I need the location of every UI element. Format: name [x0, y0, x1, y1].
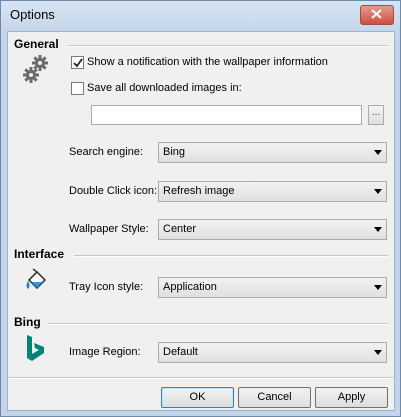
chevron-down-icon: [374, 189, 382, 194]
tray-icon-style-select[interactable]: Application: [158, 277, 387, 298]
double-click-select[interactable]: Refresh image: [158, 181, 387, 202]
tray-icon-style-value: Application: [163, 281, 217, 293]
checkmark-icon: [73, 58, 83, 68]
search-engine-label: Search engine:: [69, 146, 143, 158]
save-images-label: Save all downloaded images in:: [87, 82, 242, 94]
paint-bucket-icon: [26, 268, 47, 290]
section-divider: [68, 45, 388, 47]
section-title-interface: Interface: [14, 247, 65, 261]
image-region-select[interactable]: Default: [158, 342, 387, 363]
title-bar: Options: [1, 1, 400, 29]
double-click-value: Refresh image: [163, 185, 235, 197]
image-region-label: Image Region:: [69, 346, 141, 358]
section-divider: [74, 255, 388, 257]
apply-button[interactable]: Apply: [315, 387, 388, 408]
save-path-input[interactable]: [91, 105, 362, 125]
wallpaper-style-select[interactable]: Center: [158, 219, 387, 240]
wallpaper-style-label: Wallpaper Style:: [69, 223, 149, 235]
options-panel: General Show a notification with the wal…: [7, 31, 395, 411]
search-engine-select[interactable]: Bing: [158, 142, 387, 163]
gears-icon: [23, 55, 48, 83]
chevron-down-icon: [374, 350, 382, 355]
wallpaper-style-value: Center: [163, 223, 197, 235]
tray-icon-style-label: Tray Icon style:: [69, 281, 144, 293]
search-engine-value: Bing: [163, 146, 186, 158]
cancel-button[interactable]: Cancel: [238, 387, 311, 408]
image-region-value: Default: [163, 346, 198, 358]
footer-divider: [8, 377, 394, 379]
browse-button[interactable]: ...: [368, 105, 384, 125]
save-images-checkbox[interactable]: [71, 82, 84, 95]
chevron-down-icon: [374, 227, 382, 232]
options-window: Options General Show a notification with…: [0, 0, 401, 417]
chevron-down-icon: [374, 285, 382, 290]
close-button[interactable]: [360, 5, 394, 25]
section-title-general: General: [14, 37, 59, 51]
section-divider: [48, 323, 388, 325]
show-notification-label: Show a notification with the wallpaper i…: [87, 56, 328, 68]
bing-logo-icon: [27, 335, 44, 361]
section-title-bing: Bing: [14, 315, 41, 329]
window-title: Options: [10, 7, 55, 22]
close-icon: [371, 9, 382, 19]
chevron-down-icon: [374, 150, 382, 155]
show-notification-checkbox[interactable]: [71, 56, 84, 69]
ok-button[interactable]: OK: [161, 387, 234, 408]
double-click-label: Double Click icon:: [69, 185, 158, 197]
